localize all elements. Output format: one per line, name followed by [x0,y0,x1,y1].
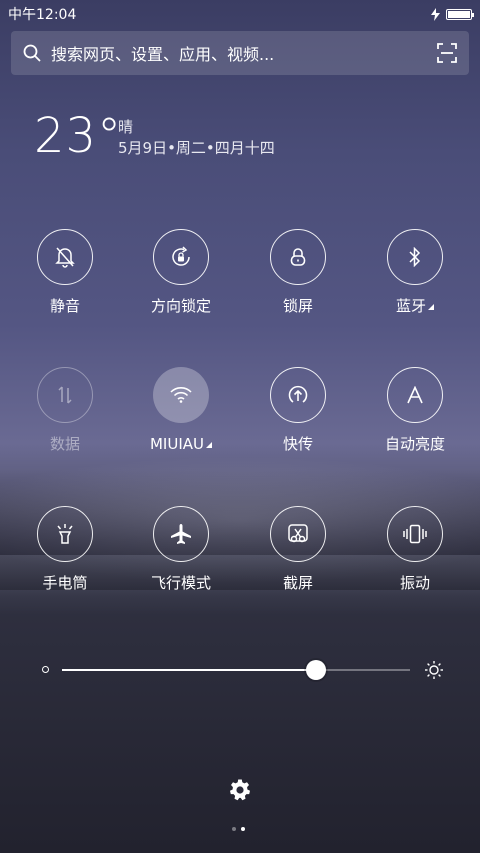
toggle-vibrate[interactable]: 振动 [365,506,465,592]
settings-gear-icon[interactable] [228,778,252,802]
lock-screen-button[interactable] [270,229,326,285]
mute-button[interactable] [37,229,93,285]
toggle-auto-brightness[interactable]: 自动亮度 [365,367,465,453]
charging-icon [431,7,440,21]
airplane-button[interactable] [153,506,209,562]
wifi-icon [170,387,192,403]
brightness-track[interactable] [62,660,410,680]
toggle-airplane[interactable]: 飞行模式 [131,506,231,592]
toggle-mute[interactable]: 静音 [15,229,115,315]
date-line: 5月9日•周二•四月十四 [118,139,275,157]
page-indicator [232,827,245,831]
expand-indicator-icon [428,304,434,310]
toggle-label: 方向锁定 [150,297,211,315]
expand-indicator-icon [206,442,212,448]
status-time: 中午12:04 [8,7,77,23]
mobile-data-button[interactable] [37,367,93,423]
toggle-label: 快传 [282,435,313,453]
toggle-label: 数据 [49,435,80,453]
toggle-label-wrap: 蓝牙 [365,297,465,315]
flashlight-button[interactable] [37,506,93,562]
lock-icon [290,248,306,266]
search-placeholder: 搜索网页、设置、应用、视频... [51,45,275,64]
toggle-label-wrap: MIUIAU [131,435,231,453]
auto-brightness-icon [407,386,423,404]
toggle-mobile-data[interactable]: 数据 [15,367,115,453]
page-dot [241,827,245,831]
toggle-label: 截屏 [282,574,313,592]
toggle-label: 飞行模式 [150,574,211,592]
search-icon [23,44,41,62]
quick-transfer-button[interactable] [270,367,326,423]
scan-icon[interactable] [437,43,457,63]
rotation-lock-icon [172,246,190,266]
toggle-label: MIUIAU [149,435,204,453]
search-bar[interactable]: 搜索网页、设置、应用、视频... [11,31,469,75]
temperature[interactable]: 23° [34,108,122,164]
toggle-quick-transfer[interactable]: 快传 [248,367,348,453]
toggle-flashlight[interactable]: 手电筒 [15,506,115,592]
weather-condition: 晴 [118,118,134,136]
share-upload-icon [288,385,308,403]
auto-brightness-button[interactable] [387,367,443,423]
flashlight-icon [57,524,73,544]
data-arrows-icon [58,386,72,404]
toggle-label: 锁屏 [282,297,313,315]
brightness-thumb[interactable] [306,660,327,680]
brightness-fill [62,669,317,671]
toggle-wifi[interactable]: MIUIAU [131,367,231,453]
bluetooth-icon [409,247,421,267]
page-dot [232,827,236,831]
status-bar: 中午12:04 [0,0,480,28]
bell-off-icon [55,247,75,268]
toggle-bluetooth[interactable]: 蓝牙 [365,229,465,315]
bluetooth-button[interactable] [387,229,443,285]
toggle-label: 手电筒 [42,574,88,592]
screenshot-scissors-icon [288,524,308,543]
brightness-low-icon [42,666,49,673]
vibrate-icon [403,524,427,544]
toggle-label: 蓝牙 [395,297,426,315]
brightness-high-icon [425,661,443,679]
toggle-label: 振动 [399,574,430,592]
brightness-slider[interactable] [40,658,444,682]
toggle-screenshot[interactable]: 截屏 [248,506,348,592]
screenshot-button[interactable] [270,506,326,562]
airplane-icon [171,524,191,544]
rotation-lock-button[interactable] [153,229,209,285]
wifi-button[interactable] [153,367,209,423]
toggle-label: 静音 [49,297,80,315]
toggle-label: 自动亮度 [384,435,445,453]
vibrate-button[interactable] [387,506,443,562]
toggle-rotation-lock[interactable]: 方向锁定 [131,229,231,315]
toggle-lock-screen[interactable]: 锁屏 [248,229,348,315]
battery-icon [446,8,474,20]
